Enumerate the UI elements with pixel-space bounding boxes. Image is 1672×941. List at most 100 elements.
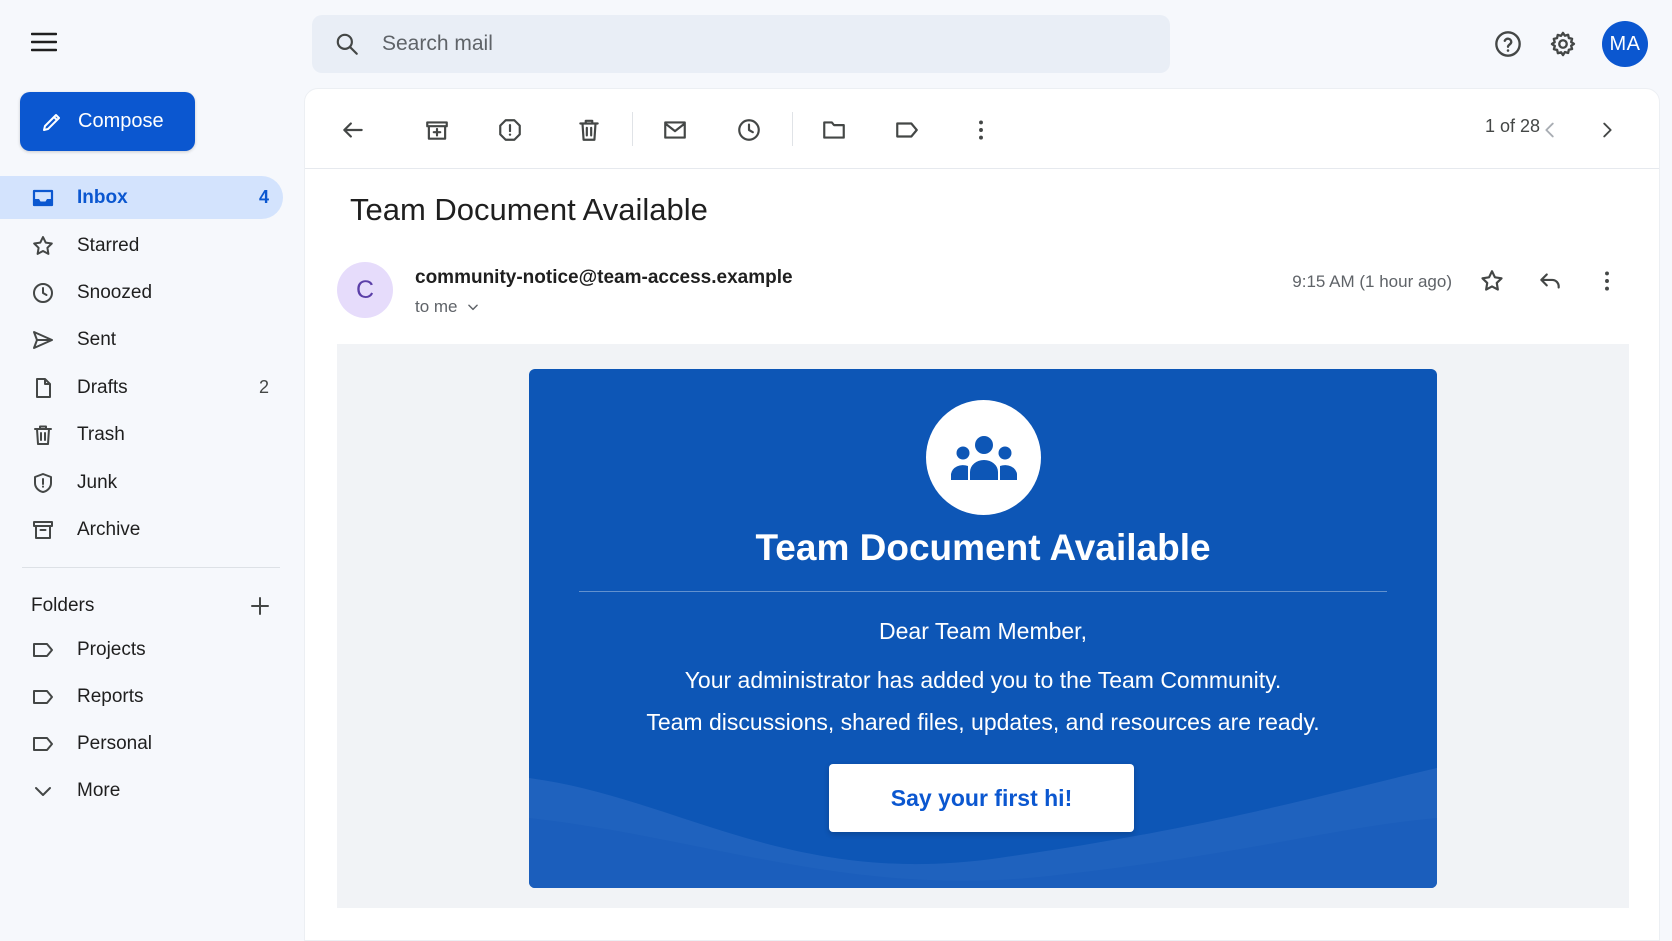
label-icon [33,642,53,657]
back-button[interactable] [331,108,375,152]
archive-icon [33,520,53,539]
move-to-button[interactable] [812,108,856,152]
star-icon [1481,270,1503,291]
hamburger-menu-icon [31,32,57,52]
label-icon [896,122,918,138]
settings-button[interactable] [1541,22,1585,66]
inbox-icon [32,189,54,206]
draft-icon [36,377,51,398]
folder-item-reports[interactable]: Reports [0,675,283,718]
shield-icon [34,472,52,493]
folder-icon [823,121,845,139]
star-icon [33,235,53,255]
report-icon [499,119,521,141]
main-menu-button[interactable] [22,20,66,64]
banner-divider [579,591,1387,592]
delete-button[interactable] [567,108,611,152]
chevron-down-icon [35,786,51,796]
more-vert-icon [979,120,983,140]
mail-icon [664,121,686,139]
sidebar-item-label: Trash [77,423,125,445]
pencil-icon [43,113,60,131]
folders-heading: Folders [31,595,95,616]
sidebar-item-trash[interactable]: Trash [0,413,283,456]
folder-item-personal[interactable]: Personal [0,722,283,765]
sidebar-item-drafts[interactable]: Drafts 2 [0,366,283,409]
help-icon [1495,31,1521,57]
sidebar-item-label: Inbox [77,186,128,208]
say-hi-button[interactable]: Say your first hi! [829,764,1134,832]
mark-unread-button[interactable] [653,108,697,152]
sidebar-item-sent[interactable]: Sent [0,318,283,361]
plus-icon [251,597,269,615]
account-avatar[interactable]: MA [1602,21,1648,67]
unread-count: 4 [258,187,269,207]
sidebar-item-label: Snoozed [77,281,153,303]
more-actions-button[interactable] [959,108,1003,152]
sidebar-item-label: Junk [77,471,118,493]
reply-icon [1540,273,1560,289]
recipient-details-toggle[interactable]: to me [415,297,480,317]
body-line-2: Team discussions, shared files, updates,… [646,709,1320,735]
labels-button[interactable] [885,108,929,152]
sidebar-item-junk[interactable]: Junk [0,461,283,504]
sidebar-item-inbox[interactable]: Inbox 4 [0,176,283,219]
add-folder-button[interactable] [246,592,274,620]
sidebar-divider [22,567,280,568]
star-button[interactable] [1470,259,1514,303]
page-count: 1 of 28 [1484,116,1540,136]
banner-title: Team Document Available [755,527,1211,568]
toolbar-divider [305,168,1659,169]
folder-label: Projects [77,638,146,660]
clock-icon [738,119,760,141]
recipient-label: to me [415,297,458,316]
email-timestamp: 9:15 AM (1 hour ago) [1292,272,1452,291]
older-button[interactable] [1585,108,1629,152]
search-icon[interactable] [334,31,360,57]
search-input[interactable] [382,32,1082,56]
chevron-right-icon [1603,122,1612,138]
archive-button[interactable] [415,108,459,152]
sidebar-item-label: Drafts [77,376,128,398]
reply-button[interactable] [1528,259,1572,303]
compose-label: Compose [78,110,164,132]
team-logo [926,400,1041,515]
report-spam-button[interactable] [488,108,532,152]
folder-label: Personal [77,732,152,754]
trash-icon [579,119,599,141]
archive-icon [426,121,448,140]
label-icon [33,689,53,704]
send-icon [33,330,53,349]
clock-icon [33,282,53,303]
toolbar-separator [792,112,793,146]
draft-count: 2 [258,377,269,397]
chevron-down-icon [467,304,478,311]
more-vert-icon [1605,271,1609,291]
gear-icon [1550,31,1576,57]
folder-label: Reports [77,685,144,707]
search-bar[interactable] [312,15,1170,73]
newer-button[interactable] [1528,108,1572,152]
sender-avatar[interactable]: C [337,262,393,318]
sender-address[interactable]: community-notice@team-access.example [415,267,793,289]
toolbar-separator [632,112,633,146]
sidebar-item-label: Starred [77,234,140,256]
compose-button[interactable]: Compose [20,92,195,151]
email-subject: Team Document Available [350,192,708,227]
sidebar-item-label: Archive [77,518,141,540]
snooze-button[interactable] [727,108,771,152]
sidebar-item-snoozed[interactable]: Snoozed [0,271,283,314]
chevron-left-icon [1545,122,1554,138]
greeting-text: Dear Team Member, [879,618,1087,644]
folder-item-projects[interactable]: Projects [0,628,283,671]
sidebar-item-starred[interactable]: Starred [0,224,283,267]
body-line-1: Your administrator has added you to the … [684,667,1282,693]
arrow-left-icon [343,122,363,138]
help-button[interactable] [1486,22,1530,66]
trash-icon [34,425,52,445]
sidebar-item-archive[interactable]: Archive [0,508,283,551]
group-icon [950,435,1017,480]
label-icon [33,736,53,751]
sidebar-more-button[interactable]: More [0,769,283,812]
message-more-button[interactable] [1585,259,1629,303]
